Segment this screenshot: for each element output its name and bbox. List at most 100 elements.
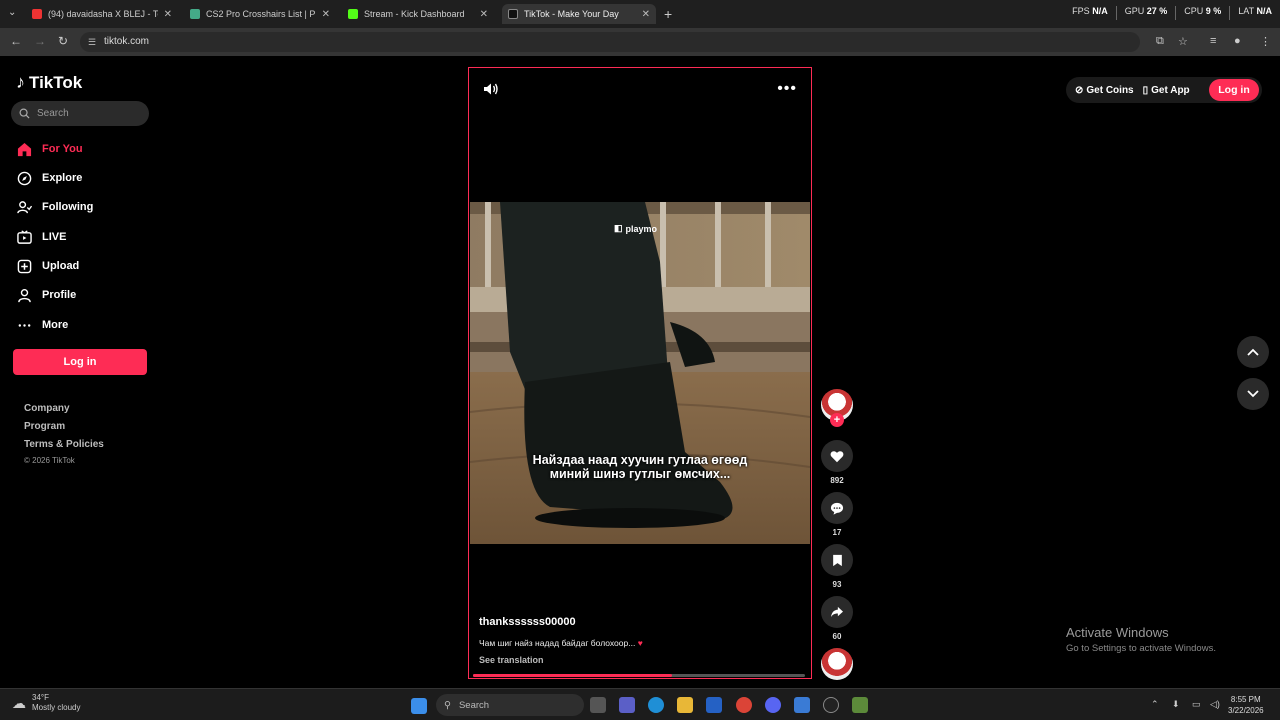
browser-toolbar: ← → ↻ ☰ tiktok.com ⧉ ☆ ≡ ● ⋮ [0,28,1280,56]
sound-avatar[interactable] [821,648,853,680]
get-coins-button[interactable]: ⊘ Get Coins [1075,85,1134,96]
profile-icon [16,287,32,303]
browser-tab[interactable]: CS2 Pro Crosshairs List | ProCro ✕ [184,4,336,24]
close-icon[interactable]: ✕ [322,9,330,20]
tab-label: (94) davaidasha X BLEJ - Temtrx [48,9,158,19]
video-more-options-icon[interactable]: ••• [777,80,797,98]
taskbar-search[interactable]: ⚲ Search [436,694,584,716]
compass-icon [16,170,32,186]
tab-list-chevron-icon[interactable]: ⌄ [8,7,16,18]
site-info-icon[interactable]: ☰ [88,32,96,52]
edge-icon[interactable] [648,697,664,713]
chevron-down-icon [1247,390,1259,398]
xbox-icon[interactable] [823,697,839,713]
tab-label: Stream - Kick Dashboard [364,9,465,19]
taskbar-clock[interactable]: 8:55 PM 3/22/2026 [1228,694,1264,716]
comment-count: 17 [832,528,842,537]
sidebar-item-label: Profile [42,289,77,301]
search-input[interactable]: Search [11,101,149,126]
chrome-icon[interactable] [736,697,752,713]
video-progress-fill [473,674,673,677]
sidebar-item-following[interactable]: Following [16,199,93,215]
file-explorer-icon[interactable] [677,697,693,713]
top-login-button[interactable]: Log in [1209,79,1259,101]
like-button[interactable] [821,440,853,472]
sidebar-item-explore[interactable]: Explore [16,170,82,186]
store-icon[interactable] [706,697,722,713]
footer-link-company[interactable]: Company [24,403,70,414]
browser-tab-active[interactable]: TikTok - Make Your Day ✕ [502,4,656,24]
tray-overflow-icon[interactable]: ⌃ [1151,699,1159,710]
new-tab-button[interactable]: + [664,6,672,22]
footer-link-program[interactable]: Program [24,421,65,432]
sidebar-item-profile[interactable]: Profile [16,287,76,303]
tiktok-logo[interactable]: ♪ TikTok [16,72,82,93]
taskbar-search-label: Search [458,699,490,711]
network-icon[interactable]: ▭ [1192,699,1201,710]
share-button[interactable] [821,596,853,628]
see-translation-link[interactable]: See translation [479,655,544,665]
video-progress-bar[interactable] [473,674,805,677]
footer-link-terms[interactable]: Terms & Policies [24,439,104,450]
back-arrow-icon[interactable]: ← [10,34,22,48]
profile-avatar-icon[interactable]: ● [1234,35,1241,47]
bookmark-star-icon[interactable]: ☆ [1178,35,1188,48]
reading-list-icon[interactable]: ≡ [1210,35,1216,47]
search-placeholder: Search [37,108,69,119]
teams-icon[interactable] [619,697,635,713]
volume-tray-icon[interactable]: ◁) [1210,699,1220,710]
sidebar-item-upload[interactable]: Upload [16,258,79,274]
app-icon[interactable] [794,697,810,713]
browser-tab[interactable]: Stream - Kick Dashboard ✕ [342,4,494,24]
close-icon[interactable]: ✕ [480,9,488,20]
sidebar-item-more[interactable]: More [16,317,68,333]
forward-arrow-icon[interactable]: → [34,34,46,48]
browser-menu-icon[interactable]: ⋮ [1260,35,1271,48]
windows-start-icon[interactable] [411,698,427,714]
weather-widget[interactable]: ☁ 34°F Mostly cloudy [12,693,80,713]
close-icon[interactable]: ✕ [164,9,172,20]
tray-app-icon[interactable]: ⬇ [1172,699,1180,710]
sidebar-item-live[interactable]: LIVE [16,229,66,245]
subtitle-line: миний шинэ гутлыг өмсчих... [549,467,731,481]
playmo-watermark: ◧ playmo [614,223,657,234]
video-card[interactable]: ••• ◧ playmo Найздаа наад хуучин гутлаа … [468,67,812,679]
tiktok-page: ♪ TikTok Search For You Explore Followin… [0,57,1280,687]
address-bar[interactable]: ☰ tiktok.com [80,32,1140,52]
close-icon[interactable]: ✕ [642,9,650,20]
reload-icon[interactable]: ↻ [58,34,68,48]
sidebar-login-button[interactable]: Log in [13,349,147,375]
comment-button[interactable] [821,492,853,524]
tiktok-favicon-icon [508,9,518,19]
install-app-icon[interactable]: ⧉ [1156,35,1164,48]
task-view-icon[interactable] [590,697,606,713]
next-video-button[interactable] [1237,378,1269,410]
video-player[interactable]: ◧ playmo Найздаа наад хуучин гутлаа өгөө… [470,202,810,544]
heart-emoji-icon: ♥ [637,638,643,648]
share-count: 60 [832,632,842,641]
home-icon [16,141,32,157]
heart-icon [830,450,844,462]
subtitle-line: Найздаа наад хуучин гутлаа өгөөд [532,453,748,467]
discord-icon[interactable] [765,697,781,713]
clock-date: 3/22/2026 [1228,706,1264,715]
get-app-button[interactable]: ▯ Get App [1143,85,1190,96]
sidebar-item-for-you[interactable]: For You [16,141,83,157]
more-icon [16,317,32,333]
tiktok-note-icon: ♪ [16,72,25,92]
windows-taskbar: ☁ 34°F Mostly cloudy ⚲ Search ⌃ ⬇ ▭ ◁) 8… [0,688,1280,720]
browser-tab-bar: ⌄ (94) davaidasha X BLEJ - Temtrx ✕ CS2 … [0,0,1280,28]
url-text: tiktok.com [104,36,150,47]
video-author[interactable]: thankssssss00000 [479,616,576,628]
minecraft-icon[interactable] [852,697,868,713]
follow-plus-icon[interactable]: + [830,413,844,427]
chevron-up-icon [1247,348,1259,356]
volume-icon[interactable] [483,82,499,101]
logo-text: TikTok [29,72,83,92]
video-frame-image [470,202,810,544]
activate-windows-watermark: Activate Windows Go to Settings to activ… [1066,625,1216,654]
previous-video-button[interactable] [1237,336,1269,368]
save-button[interactable] [821,544,853,576]
browser-tab[interactable]: (94) davaidasha X BLEJ - Temtrx ✕ [26,4,178,24]
tab-label: TikTok - Make Your Day [524,9,619,19]
